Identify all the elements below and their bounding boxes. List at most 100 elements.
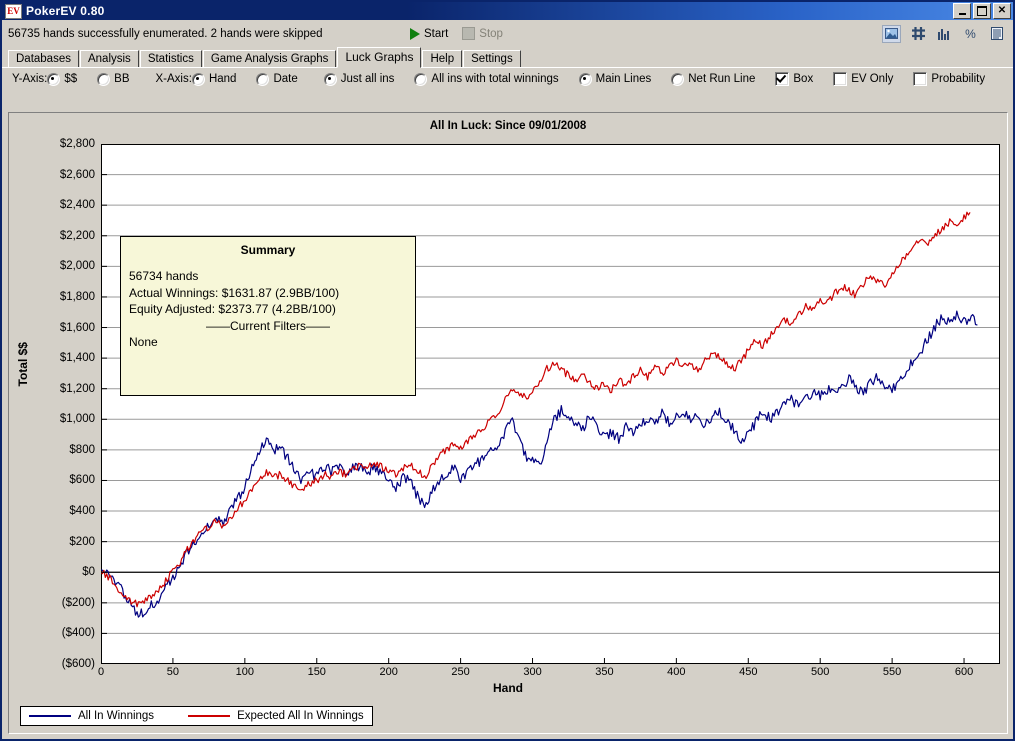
y-axis-tick-label: ($200) xyxy=(61,596,95,609)
x-axis-tick-label: 250 xyxy=(451,666,470,678)
legend-label: All In Winnings xyxy=(78,710,155,722)
checkbox-probability-label: Probability xyxy=(931,73,986,85)
stop-label: Stop xyxy=(479,27,503,40)
radio-icon xyxy=(671,72,685,86)
radio-xaxis-hand-label: Hand xyxy=(208,73,237,85)
y-axis-tick-label: $1,800 xyxy=(59,290,95,303)
options-bar: Y-Axis: $$ BB X-Axis: Hand Date Just all… xyxy=(2,68,1013,90)
run-controls: Start Stop xyxy=(410,20,503,47)
tab-statistics[interactable]: Statistics xyxy=(139,50,202,68)
x-axis-tick-label: 550 xyxy=(882,666,902,678)
radio-yaxis-dollar-label: $$ xyxy=(64,73,78,85)
radio-icon xyxy=(578,72,592,86)
y-axis-tick-label: $2,200 xyxy=(59,229,95,242)
app-icon-label: EV xyxy=(7,5,20,16)
legend-line-icon xyxy=(29,715,71,717)
x-axis-tick-label: 300 xyxy=(523,666,542,678)
y-axis-tick-label: $200 xyxy=(69,535,95,548)
radio-icon xyxy=(191,72,205,86)
grid-icon[interactable] xyxy=(910,26,927,42)
checkbox-icon xyxy=(833,72,848,86)
y-axis-tick-label: $1,200 xyxy=(59,382,95,395)
start-label: Start xyxy=(424,27,449,40)
checkbox-box[interactable]: Box xyxy=(775,72,813,86)
y-axis-tick-label: $1,400 xyxy=(59,352,95,365)
chart-title: All In Luck: Since 09/01/2008 xyxy=(429,120,587,132)
radio-all-ins-total-label: All ins with total winnings xyxy=(431,73,559,85)
stop-button[interactable]: Stop xyxy=(462,27,503,40)
tab-luck-graphs[interactable]: Luck Graphs xyxy=(337,47,422,68)
radio-just-all-ins[interactable]: Just all ins xyxy=(323,72,395,86)
app-icon: EV xyxy=(5,3,22,19)
window-buttons: ✕ xyxy=(953,3,1012,19)
tab-databases[interactable]: Databases xyxy=(8,50,79,68)
chart-legend: All In Winnings Expected All In Winnings xyxy=(20,706,373,726)
y-axis-tick-label: ($600) xyxy=(61,658,95,670)
plot-area xyxy=(101,144,1000,664)
radio-all-ins-total-winnings[interactable]: All ins with total winnings xyxy=(414,72,559,86)
y-axis-tick-label: $2,400 xyxy=(59,199,95,212)
title-bar: EV PokerEV 0.80 ✕ xyxy=(2,2,1013,20)
y-axis-tick-label: $600 xyxy=(69,474,95,487)
minimize-icon[interactable] xyxy=(953,3,971,19)
radio-icon xyxy=(97,72,111,86)
x-axis-tick-label: 0 xyxy=(97,666,105,678)
checkbox-box-label: Box xyxy=(793,73,814,85)
summary-filters-value: None xyxy=(129,335,158,349)
y-axis-tick-label: $1,600 xyxy=(59,321,95,334)
radio-xaxis-date[interactable]: Date xyxy=(256,72,298,86)
x-axis-label: Hand xyxy=(493,681,523,695)
y-axis-tick-label: $1,000 xyxy=(59,413,95,426)
x-axis-tick-label: 200 xyxy=(379,666,398,678)
tab-bar: Databases Analysis Statistics Game Analy… xyxy=(2,47,1013,68)
summary-actual-winnings: Actual Winnings: $1631.87 (2.9BB/100) xyxy=(129,285,340,300)
y-axis-tick-label: $2,800 xyxy=(59,138,95,150)
summary-box: Summary 56734 hands Actual Winnings: $16… xyxy=(120,236,416,396)
checkbox-ev-only[interactable]: EV Only xyxy=(833,72,893,86)
yaxis-label: Y-Axis: xyxy=(12,73,48,85)
window-title: PokerEV 0.80 xyxy=(26,4,105,18)
y-axis-tick-label: $0 xyxy=(82,566,95,579)
list-icon[interactable] xyxy=(988,26,1005,42)
status-message: 56735 hands successfully enumerated. 2 h… xyxy=(8,27,323,40)
tab-analysis[interactable]: Analysis xyxy=(79,50,139,68)
bar-chart-icon[interactable] xyxy=(936,26,953,42)
radio-icon xyxy=(323,72,337,86)
x-axis-tick-label: 450 xyxy=(739,666,758,678)
radio-yaxis-bb-label: BB xyxy=(114,73,130,85)
radio-net-run-line-label: Net Run Line xyxy=(688,73,756,85)
close-icon[interactable]: ✕ xyxy=(993,3,1011,19)
checkbox-probability[interactable]: Probability xyxy=(913,72,985,86)
x-axis-tick-label: 150 xyxy=(307,666,326,678)
radio-main-lines[interactable]: Main Lines xyxy=(578,72,651,86)
maximize-icon[interactable] xyxy=(973,3,991,19)
legend-item-all-in-winnings: All In Winnings xyxy=(29,710,154,722)
summary-equity-adjusted: Equity Adjusted: $2373.77 (4.2BB/100) xyxy=(129,302,336,316)
summary-hands: 56734 hands xyxy=(129,269,199,283)
y-axis-ticks: $2,800 $2,600 $2,400 $2,200 $2,000 $1,800 $1,6… xyxy=(10,138,95,670)
checkbox-icon xyxy=(913,72,928,86)
y-axis-tick-label: $2,600 xyxy=(59,168,95,181)
chart-panel: All In Luck: Since 09/01/2008 Total $$ H… xyxy=(8,112,1008,734)
x-axis-tick-label: 350 xyxy=(595,666,614,678)
tab-help[interactable]: Help xyxy=(422,50,463,68)
radio-xaxis-hand[interactable]: Hand xyxy=(191,72,237,86)
checkbox-ev-only-label: EV Only xyxy=(851,73,894,85)
image-icon[interactable] xyxy=(882,24,901,43)
tab-game-analysis-graphs[interactable]: Game Analysis Graphs xyxy=(202,50,337,68)
start-button[interactable]: Start xyxy=(410,27,449,40)
checkbox-icon xyxy=(775,72,790,86)
radio-net-run-line[interactable]: Net Run Line xyxy=(671,72,756,86)
xaxis-label: X-Axis: xyxy=(155,73,192,85)
x-axis-tick-label: 50 xyxy=(166,666,180,678)
y-axis-tick-label: $400 xyxy=(69,505,95,518)
percent-icon[interactable]: % xyxy=(962,26,979,42)
radio-icon xyxy=(47,72,61,86)
legend-label: Expected All In Winnings xyxy=(237,710,364,722)
tab-settings[interactable]: Settings xyxy=(463,50,521,68)
application-window: EV PokerEV 0.80 ✕ 56735 hands successful… xyxy=(0,0,1015,741)
radio-yaxis-bb[interactable]: BB xyxy=(97,72,130,86)
radio-just-all-ins-label: Just all ins xyxy=(340,73,395,85)
radio-yaxis-dollar[interactable]: $$ xyxy=(47,72,78,86)
radio-xaxis-date-label: Date xyxy=(273,73,298,85)
